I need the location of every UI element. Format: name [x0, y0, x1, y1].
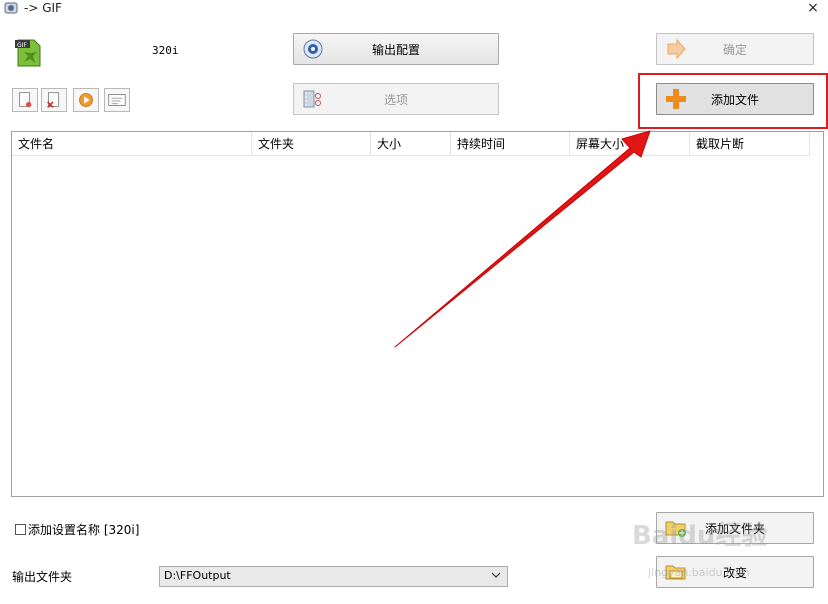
play-button[interactable] — [73, 88, 99, 112]
app-icon — [4, 2, 18, 14]
gif-format-icon: GIF — [15, 39, 41, 67]
watermark-url: jingyan.baidu.com — [648, 566, 750, 579]
options-button[interactable]: 选项 — [293, 83, 499, 115]
chevron-down-icon — [491, 572, 501, 578]
column-header-filename[interactable]: 文件名 — [12, 132, 252, 156]
delete-button[interactable] — [41, 88, 67, 112]
add-setting-name-label: 添加设置名称 [320i] — [28, 523, 140, 537]
output-folder-value: D:\FFOutput — [164, 569, 231, 582]
close-icon[interactable]: × — [806, 0, 820, 16]
clear-list-button[interactable] — [12, 88, 38, 112]
media-info-icon — [108, 94, 126, 106]
clear-list-icon — [19, 92, 32, 108]
add-file-highlight-box — [638, 73, 828, 129]
column-header-duration[interactable]: 持续时间 — [451, 132, 570, 156]
media-info-button[interactable] — [104, 88, 130, 112]
options-label: 选项 — [383, 92, 408, 107]
svg-text:GIF: GIF — [17, 42, 27, 49]
output-folder-label: 输出文件夹 — [12, 570, 73, 584]
output-config-label: 输出配置 — [371, 42, 420, 57]
add-setting-name-checkbox[interactable] — [15, 524, 26, 535]
confirm-label: 确定 — [722, 42, 747, 57]
play-icon — [79, 93, 93, 107]
output-config-button[interactable]: 输出配置 — [293, 33, 499, 65]
preset-label: 320i — [152, 44, 179, 57]
column-header-clip[interactable]: 截取片断 — [690, 132, 810, 156]
table-header: 文件名 文件夹 大小 持续时间 屏幕大小 截取片断 — [12, 132, 810, 156]
file-list-table[interactable]: 文件名 文件夹 大小 持续时间 屏幕大小 截取片断 — [11, 131, 824, 497]
column-header-screen-size[interactable]: 屏幕大小 — [570, 132, 690, 156]
output-folder-select[interactable]: D:\FFOutput — [159, 566, 508, 587]
column-header-size[interactable]: 大小 — [371, 132, 451, 156]
column-header-folder[interactable]: 文件夹 — [252, 132, 371, 156]
watermark-logo: Baidu经验 — [632, 521, 768, 551]
delete-icon — [47, 92, 60, 108]
confirm-button[interactable]: 确定 — [656, 33, 814, 65]
window-title: -> GIF — [24, 1, 62, 15]
